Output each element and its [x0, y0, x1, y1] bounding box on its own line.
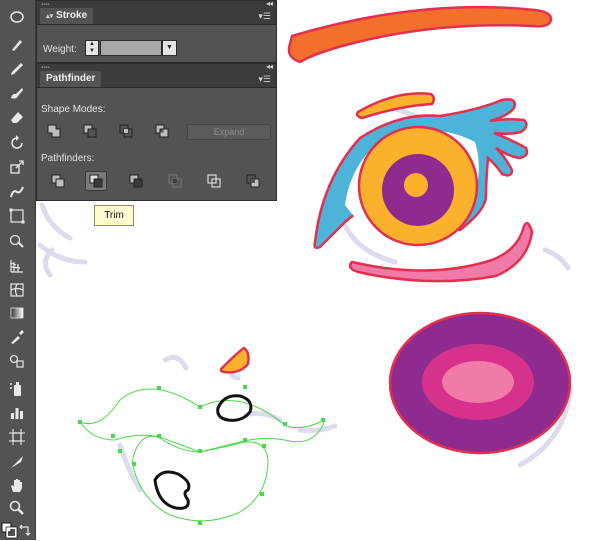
- slice-tool-icon[interactable]: [4, 451, 30, 473]
- stroke-panel-title: Stroke: [56, 10, 88, 21]
- symbol-sprayer-tool-icon[interactable]: [4, 378, 30, 400]
- scale-tool-icon[interactable]: [4, 156, 30, 178]
- weight-input[interactable]: [100, 40, 162, 56]
- pathfinder-panel: ▪▪▪▪ ◂◂ Pathfinder ▾☰ Shape Modes: Expan…: [36, 62, 277, 201]
- merge-button[interactable]: [125, 171, 147, 191]
- pathfinder-panel-topbar[interactable]: ▪▪▪▪ ◂◂: [37, 62, 276, 71]
- expand-button[interactable]: Expand: [187, 124, 271, 140]
- ellipse-tool-icon[interactable]: [4, 6, 30, 28]
- lip-highlight-bottom[interactable]: [153, 470, 191, 510]
- unite-button[interactable]: [43, 121, 65, 141]
- weight-dropdown-button[interactable]: ▼: [162, 40, 177, 56]
- pencil-tool-icon[interactable]: [4, 58, 30, 80]
- warp-tool-icon[interactable]: [4, 181, 30, 203]
- blob-brush-tool-icon[interactable]: [4, 82, 30, 104]
- weight-stepper[interactable]: ▲ ▼: [85, 40, 99, 56]
- free-transform-tool-icon[interactable]: [4, 205, 30, 227]
- collapse-panel-icon[interactable]: ◂◂: [266, 0, 273, 8]
- outline-button[interactable]: [203, 171, 225, 191]
- mouth-oval-inner: [442, 361, 514, 403]
- hand-tool-icon[interactable]: [4, 474, 30, 496]
- crop-icon: [168, 174, 182, 188]
- exclude-icon: [155, 124, 169, 138]
- stroke-panel-topbar[interactable]: ▪▪▪▪ ◂◂: [37, 0, 276, 8]
- eyedropper-tool-icon[interactable]: [4, 326, 30, 348]
- lip-highlight-top[interactable]: [216, 394, 253, 422]
- stroke-panel-tabbar: ▴▾ Stroke ▾☰: [37, 8, 276, 25]
- intersect-button[interactable]: [115, 121, 137, 141]
- eyebrow-shape[interactable]: [287, 5, 553, 64]
- trim-button[interactable]: [85, 171, 107, 191]
- shape-builder-tool-icon[interactable]: [4, 230, 30, 252]
- small-orange-drop[interactable]: [219, 346, 250, 374]
- anchor-points[interactable]: [78, 385, 325, 525]
- chevron-down-icon: ▼: [166, 44, 173, 51]
- panel-menu-icon[interactable]: ▾☰: [258, 11, 271, 22]
- tab-arrows-icon: ▴▾: [46, 13, 54, 20]
- weight-label: Weight:: [43, 44, 77, 55]
- pathfinders-label: Pathfinders:: [41, 153, 95, 164]
- gradient-tool-icon[interactable]: [4, 302, 30, 324]
- pathfinder-panel-tabbar: Pathfinder ▾☰: [37, 71, 276, 88]
- perspective-grid-tool-icon[interactable]: [4, 255, 30, 277]
- crop-button[interactable]: [164, 171, 186, 191]
- paintbrush-tool-icon[interactable]: [4, 33, 30, 55]
- merge-icon: [129, 174, 143, 188]
- pathfinder-panel-title: Pathfinder: [46, 73, 96, 84]
- exclude-button[interactable]: [151, 121, 173, 141]
- selected-lips-paths[interactable]: [78, 388, 326, 522]
- eraser-tool-icon[interactable]: [4, 106, 30, 128]
- tab-stroke[interactable]: ▴▾ Stroke: [40, 8, 94, 24]
- pupil-highlight: [404, 173, 428, 197]
- shape-modes-label: Shape Modes:: [41, 104, 106, 115]
- eyelid-shape[interactable]: [355, 92, 435, 120]
- swap-fill-stroke-icon[interactable]: [16, 519, 34, 541]
- unite-icon: [47, 124, 61, 138]
- blend-tool-icon[interactable]: [4, 350, 30, 372]
- trim-icon: [89, 174, 103, 188]
- stroke-panel: ▪▪▪▪ ◂◂ ▴▾ Stroke ▾☰ Weight: ▲ ▼ ▼: [36, 0, 277, 63]
- artboard-tool-icon[interactable]: [4, 426, 30, 448]
- minus-front-button[interactable]: [79, 121, 101, 141]
- column-graph-tool-icon[interactable]: [4, 402, 30, 424]
- divide-button[interactable]: [47, 171, 69, 191]
- minus-back-button[interactable]: [242, 171, 264, 191]
- tab-pathfinder[interactable]: Pathfinder: [40, 71, 102, 87]
- zoom-tool-icon[interactable]: [4, 497, 30, 519]
- panel-menu-icon[interactable]: ▾☰: [258, 74, 271, 85]
- outline-icon: [207, 174, 221, 188]
- minus-front-icon: [83, 124, 97, 138]
- intersect-icon: [119, 124, 133, 138]
- mesh-tool-icon[interactable]: [4, 279, 30, 301]
- minus-back-icon: [246, 174, 260, 188]
- collapse-panel-icon[interactable]: ◂◂: [266, 62, 273, 71]
- trim-tooltip: Trim: [94, 205, 134, 226]
- rotate-tool-icon[interactable]: [4, 132, 30, 154]
- divide-icon: [51, 174, 65, 188]
- tools-panel: [0, 0, 36, 540]
